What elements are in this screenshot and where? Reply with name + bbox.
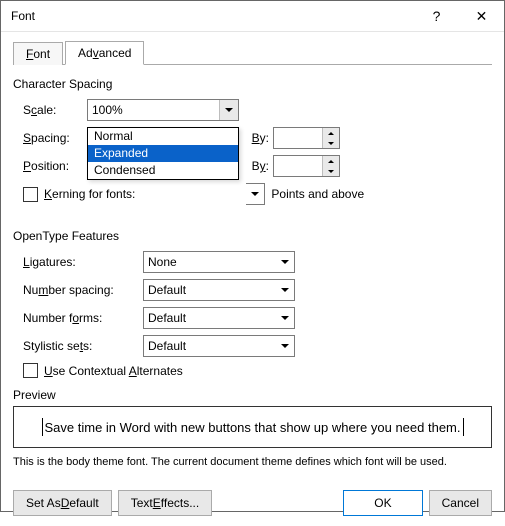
kerning-label: Kerning for fonts: [44, 187, 135, 201]
position-by-spinner[interactable] [273, 155, 340, 177]
scale-combobox[interactable]: 100% [87, 99, 239, 121]
number-spacing-label: Number spacing: [23, 283, 143, 297]
scale-label: Scale: [23, 103, 87, 117]
spacing-option-expanded[interactable]: Expanded [88, 145, 238, 162]
client-area: Font Advanced Character Spacing Scale: 1… [1, 32, 504, 480]
number-spacing-combobox[interactable]: Default [143, 279, 295, 301]
number-forms-label: Number forms: [23, 311, 143, 325]
spacing-by-spinner[interactable] [273, 127, 340, 149]
tab-font[interactable]: Font [13, 42, 63, 65]
button-bar: Set As Default Text Effects... OK Cancel [1, 480, 504, 526]
chevron-down-icon[interactable] [276, 280, 294, 300]
chevron-down-icon[interactable] [276, 308, 294, 328]
ligatures-label: Ligatures: [23, 255, 143, 269]
spacing-option-normal[interactable]: Normal [88, 128, 238, 145]
position-label: Position: [23, 159, 87, 173]
chevron-down-icon[interactable] [219, 100, 238, 120]
titlebar: Font ? ✕ [1, 1, 504, 32]
contextual-alternates-checkbox[interactable]: Use Contextual Alternates [23, 363, 183, 378]
preview-box: Save time in Word with new buttons that … [13, 406, 492, 448]
spacing-by-label: By: [249, 131, 269, 145]
text-effects-button[interactable]: Text Effects... [118, 490, 213, 516]
preview-note: This is the body theme font. The current… [13, 456, 492, 468]
ligatures-combobox[interactable]: None [143, 251, 295, 273]
caret-icon [42, 418, 43, 436]
spin-down-icon[interactable] [323, 138, 339, 148]
dialog-title: Font [1, 9, 35, 23]
spin-up-icon[interactable] [323, 128, 339, 138]
tab-strip: Font Advanced [13, 40, 492, 65]
spacing-option-condensed[interactable]: Condensed [88, 162, 238, 179]
preview-label: Preview [13, 388, 492, 402]
preview-text: Save time in Word with new buttons that … [45, 420, 461, 435]
spin-down-icon[interactable] [323, 166, 339, 176]
tab-advanced[interactable]: Advanced [65, 41, 144, 65]
cancel-button[interactable]: Cancel [429, 490, 492, 516]
chevron-down-icon[interactable] [276, 252, 294, 272]
help-button[interactable]: ? [414, 1, 459, 31]
chevron-down-icon [246, 184, 264, 204]
caret-icon [463, 418, 464, 436]
kerning-checkbox[interactable]: Kerning for fonts: [23, 187, 135, 202]
stylistic-sets-combobox[interactable]: Default [143, 335, 295, 357]
spin-up-icon[interactable] [323, 156, 339, 166]
font-dialog: Font ? ✕ Font Advanced Character Spacing… [0, 0, 505, 512]
stylistic-sets-label: Stylistic sets: [23, 339, 143, 353]
contextual-alternates-label: Use Contextual Alternates [44, 364, 183, 378]
opentype-features-label: OpenType Features [13, 229, 492, 243]
close-button[interactable]: ✕ [459, 1, 504, 31]
points-and-above-label: Points and above [271, 187, 364, 201]
spacing-label: Spacing: [23, 131, 87, 145]
set-as-default-button[interactable]: Set As Default [13, 490, 112, 516]
character-spacing-label: Character Spacing [13, 77, 492, 91]
number-forms-combobox[interactable]: Default [143, 307, 295, 329]
position-by-label: By: [249, 159, 269, 173]
spacing-dropdown-list[interactable]: Normal Expanded Condensed [87, 127, 239, 180]
ok-button[interactable]: OK [343, 490, 422, 516]
chevron-down-icon[interactable] [276, 336, 294, 356]
